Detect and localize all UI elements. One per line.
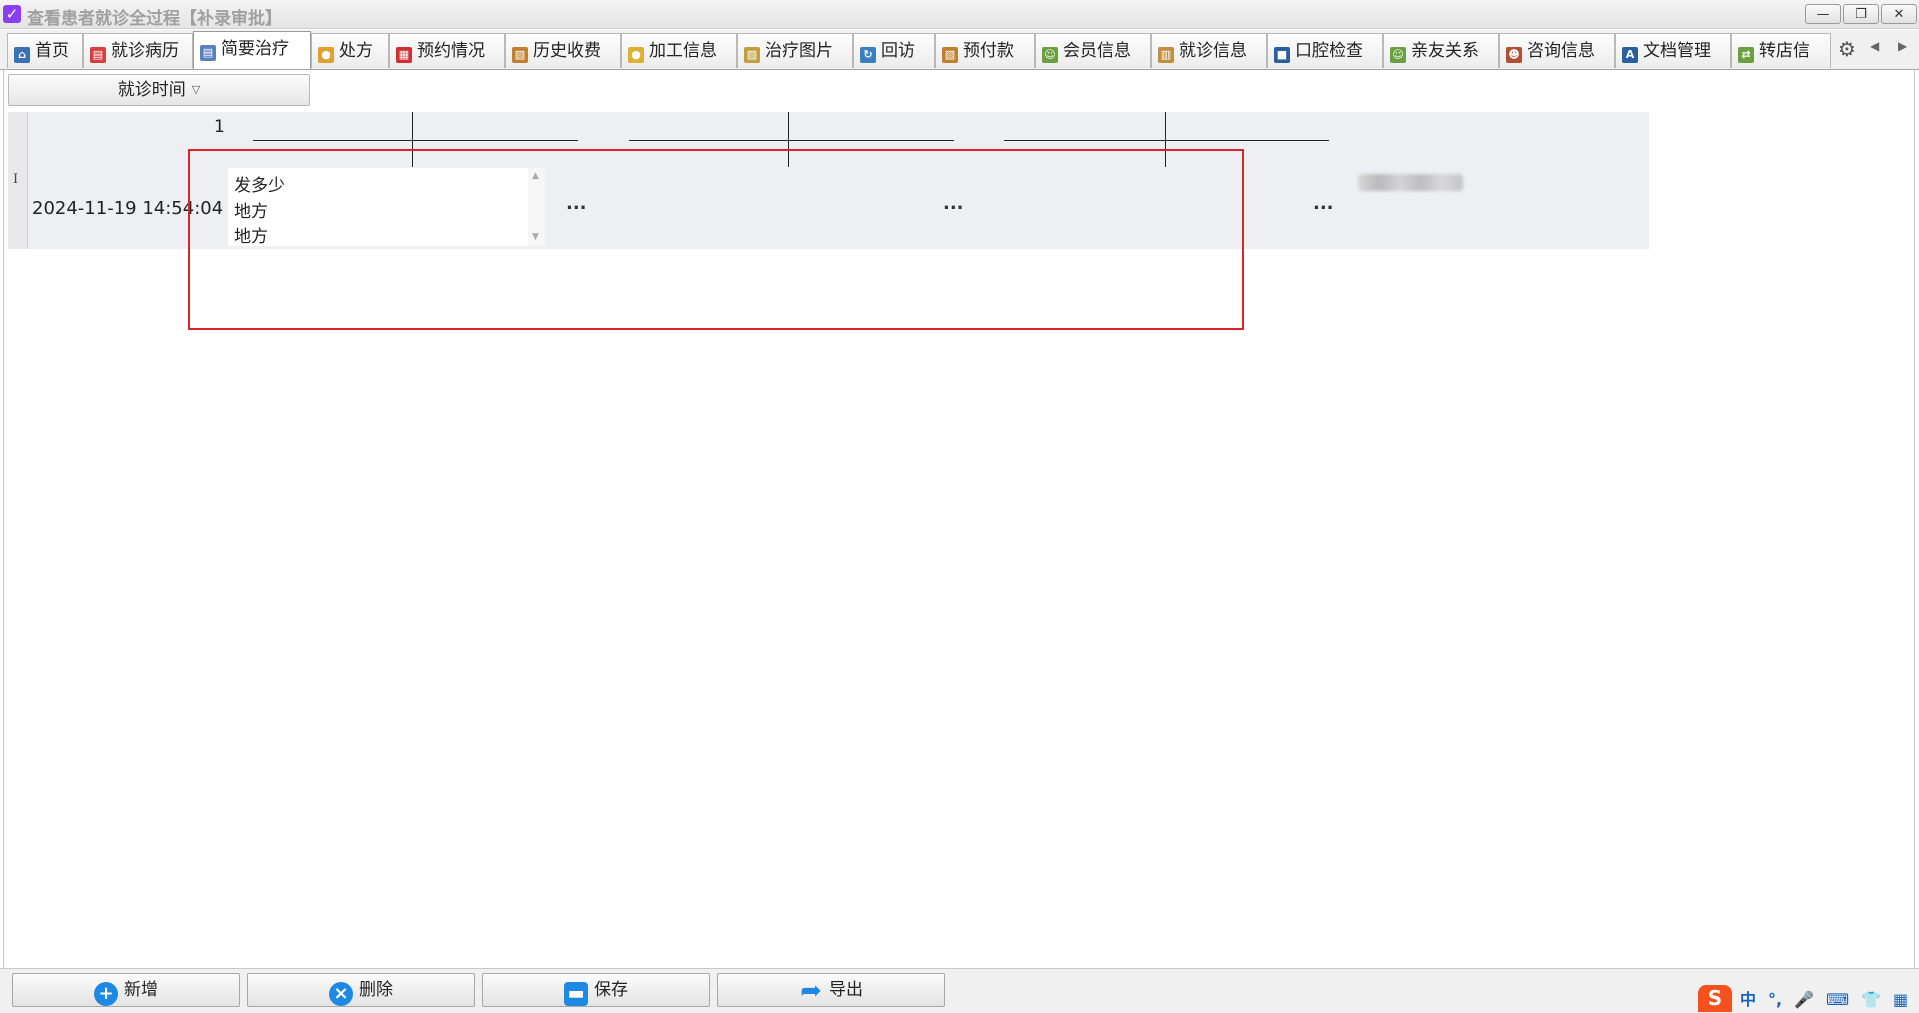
export-arrow-icon: ➦ [800,976,822,1006]
column-number: 1 [214,117,225,137]
tab-label: 就诊病历 [111,41,179,61]
gear-icon[interactable]: ⚙ [1838,37,1856,61]
chevron-down-icon: ▽ [191,83,201,96]
members-icon: ☺ [1042,47,1058,63]
ime-punctuation-icon[interactable]: °, [1768,990,1782,1009]
tab-members[interactable]: ☺ 会员信息 [1035,33,1151,68]
tab-coins[interactable]: ● 加工信息 [621,33,737,68]
tab-label: 治疗图片 [765,41,833,61]
tab-image[interactable]: ▨ 治疗图片 [737,33,853,68]
sogou-logo-icon[interactable]: S [1698,985,1732,1012]
ime-microphone-icon[interactable]: 🎤 [1794,990,1814,1009]
briefcase-icon: ■ [1274,47,1290,63]
coins-icon: ● [628,47,644,63]
tab-calendar[interactable]: ▦ 预约情况 [389,33,505,68]
consult-icon: ☻ [1506,47,1522,63]
delete-x-icon: × [329,982,353,1006]
tab-medical-record[interactable]: ▤ 就诊病历 [83,33,193,68]
tab-briefcase[interactable]: ■ 口腔检查 [1267,33,1383,68]
export-button-label: 导出 [829,980,863,1000]
ime-skin-icon[interactable]: 👕 [1861,990,1881,1009]
app-checkbox-icon: ✓ [3,5,21,23]
relatives-icon: ☺ [1390,47,1406,63]
tab-label: 首页 [35,41,69,61]
add-button-label: 新增 [124,980,158,1000]
tab-label: 口腔检查 [1295,41,1363,61]
tab-label: 就诊信息 [1179,41,1247,61]
group-by-visit-time-button[interactable]: 就诊时间 ▽ [8,74,310,106]
tab-label: 咨询信息 [1527,41,1595,61]
pill-icon: ● [318,47,334,63]
tab-spell-check[interactable]: A 文档管理 [1615,33,1731,68]
ime-toolbox-icon[interactable]: ▦ [1893,990,1908,1009]
billing-icon: ▧ [512,47,528,63]
tab-label: 转店信 [1759,41,1810,61]
frame-right-border [1914,70,1915,970]
tab-document[interactable]: ▤ 简要治疗 [193,31,311,69]
spell-check-icon: A [1622,47,1638,63]
tab-label: 亲友关系 [1411,41,1479,61]
save-disk-icon: ▬ [564,982,588,1006]
tab-scroll-left-icon[interactable]: ◀ [1870,39,1879,53]
tab-label: 会员信息 [1063,41,1131,61]
delete-button[interactable]: × 删除 [247,973,475,1007]
add-button[interactable]: + 新增 [12,973,240,1007]
tab-label: 历史收费 [533,41,601,61]
ellipsis-button[interactable]: ... [1313,193,1334,214]
blurred-redacted-text [1358,174,1463,191]
highlight-annotation-box [188,149,1244,330]
tab-relatives[interactable]: ☺ 亲友关系 [1383,33,1499,68]
image-icon: ▨ [744,47,760,63]
title-bar: ✓ 查看患者就诊全过程【补录审批】 — ❐ ✕ [0,0,1919,29]
column-header-line [253,140,578,141]
frame-left-border [3,70,4,970]
tab-label: 处方 [339,41,373,61]
tab-billing[interactable]: ▧ 历史收费 [505,33,621,68]
save-button[interactable]: ▬ 保存 [482,973,710,1007]
plus-icon: + [94,982,118,1006]
tab-strip: ⌂ 首页 ▤ 就诊病历 ▤ 简要治疗 ● 处方 ▦ 预约情况 ▧ 历史收费 ● 加工信息 ▨ 治疗图片 ↻ 回访 ▧… [0,30,1919,70]
save-button-label: 保存 [594,980,628,1000]
tab-label: 预约情况 [417,41,485,61]
column-header-line [629,140,954,141]
tab-consult[interactable]: ☻ 咨询信息 [1499,33,1615,68]
prepay-icon: ▧ [942,47,958,63]
tab-scroll-right-icon[interactable]: ▶ [1898,39,1907,53]
minimize-button[interactable]: — [1805,4,1841,24]
tab-prepay[interactable]: ▧ 预付款 [935,33,1035,68]
tab-label: 加工信息 [649,41,717,61]
row-cursor-icon: I [13,172,19,187]
tab-home[interactable]: ⌂ 首页 [7,33,83,68]
clipboard-icon: ▥ [1158,47,1174,63]
refresh-icon: ↻ [860,47,876,63]
restore-button[interactable]: ❐ [1843,4,1879,24]
tab-pill[interactable]: ● 处方 [311,33,389,68]
group-by-label: 就诊时间 [117,80,186,100]
ime-chinese-mode[interactable]: 中 [1740,986,1756,1010]
window-title: 查看患者就诊全过程【补录审批】 [27,9,282,29]
tab-label: 回访 [881,41,915,61]
tab-label: 文档管理 [1643,41,1711,61]
export-button[interactable]: ➦ 导出 [717,973,945,1007]
close-button[interactable]: ✕ [1881,4,1917,24]
medical-record-icon: ▤ [90,47,106,63]
calendar-icon: ▦ [396,47,412,63]
tab-refresh[interactable]: ↻ 回访 [853,33,935,68]
tab-clipboard[interactable]: ▥ 就诊信息 [1151,33,1267,68]
tab-label: 简要治疗 [221,39,289,59]
ime-toolbar[interactable]: S 中 °, 🎤 ⌨ 👕 ▦ [1698,985,1919,1012]
tab-label: 预付款 [963,41,1014,61]
tab-transfer[interactable]: ⇄ 转店信 [1731,33,1831,68]
document-icon: ▤ [200,45,216,61]
ime-keyboard-icon[interactable]: ⌨ [1826,990,1849,1009]
home-icon: ⌂ [14,47,30,63]
transfer-icon: ⇄ [1738,47,1754,63]
column-header-line [1004,140,1329,141]
delete-button-label: 删除 [359,980,393,1000]
